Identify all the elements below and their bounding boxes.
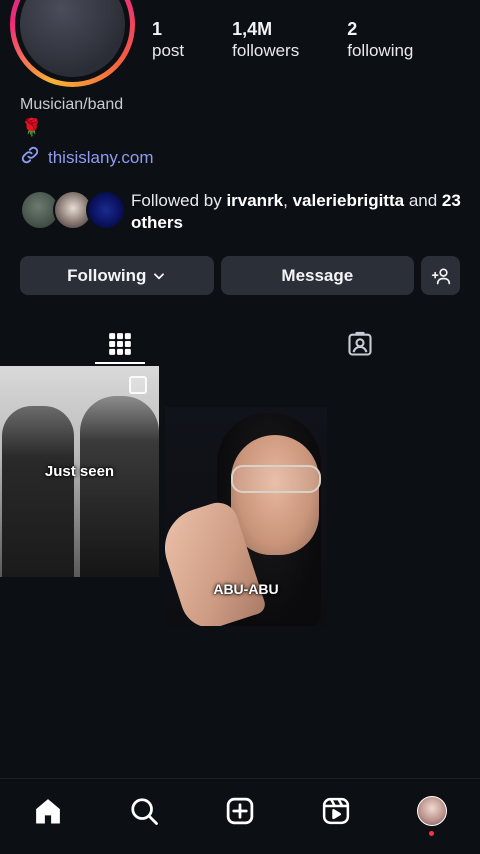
mutual-user-2: valeriebrigitta	[292, 191, 405, 210]
multi-post-icon	[129, 376, 147, 394]
link-icon	[20, 145, 40, 170]
bio-emoji: 🌹	[21, 118, 43, 137]
tab-tagged[interactable]	[336, 320, 384, 364]
stat-following-value: 2	[347, 19, 358, 39]
message-label: Message	[281, 265, 354, 285]
tagged-person-icon	[346, 323, 374, 364]
add-person-icon	[431, 266, 451, 286]
stat-posts[interactable]: 1 post	[152, 18, 184, 62]
post-image-glasses	[231, 465, 321, 493]
stat-followers[interactable]: 1,4M followers	[232, 18, 299, 62]
profile-link[interactable]: thisislany.com	[20, 145, 154, 170]
suggest-people-button[interactable]	[421, 256, 460, 295]
search-icon	[129, 796, 159, 826]
profile-avatar-ring[interactable]	[10, 0, 135, 87]
stat-followers-label: followers	[232, 41, 300, 60]
chevron-down-icon	[152, 269, 166, 283]
profile-avatar	[417, 796, 447, 826]
profile-category: Musician/band	[20, 96, 124, 113]
link-text: thisislany.com	[48, 147, 154, 167]
stat-posts-label: post	[152, 41, 185, 60]
nav-create[interactable]	[224, 795, 256, 827]
post-image-figure	[2, 406, 74, 577]
bottom-navigation	[0, 778, 480, 854]
following-label: Following	[67, 265, 147, 285]
stat-following-label: following	[347, 41, 414, 60]
followed-by-prefix: Followed by	[131, 191, 227, 210]
followed-by-mid: and	[404, 191, 442, 210]
tab-posts-grid[interactable]	[95, 320, 145, 364]
mutual-avatar	[86, 190, 126, 230]
message-button[interactable]: Message	[220, 256, 415, 295]
followed-by[interactable]: Followed by irvanrk, valeriebrigitta and…	[20, 190, 461, 234]
profile-actions: Following Message	[20, 256, 460, 295]
post-caption: ABU-ABU	[213, 581, 279, 597]
followed-by-text: Followed by irvanrk, valeriebrigitta and…	[131, 190, 461, 234]
home-icon	[33, 796, 63, 826]
post-caption: Just seen	[44, 463, 115, 480]
create-icon	[225, 796, 255, 826]
stat-posts-value: 1	[152, 19, 163, 39]
stat-followers-value: 1,4M	[232, 19, 273, 39]
profile-stats: 1 post 1,4M followers 2 following	[152, 18, 460, 62]
reels-icon	[321, 796, 351, 826]
post-thumbnail[interactable]: ABU-ABU	[165, 407, 327, 626]
notification-dot	[429, 831, 434, 836]
post-image-face	[231, 435, 319, 555]
post-thumbnail[interactable]: Just seen	[0, 366, 159, 577]
grid-icon	[107, 323, 133, 364]
nav-home[interactable]	[32, 795, 64, 827]
mutual-avatars	[20, 190, 126, 230]
nav-profile[interactable]	[416, 795, 448, 827]
nav-search[interactable]	[128, 795, 160, 827]
profile-tabs	[0, 320, 480, 364]
following-button[interactable]: Following	[20, 256, 214, 295]
stat-following[interactable]: 2 following	[347, 18, 413, 62]
post-image-figure	[80, 396, 159, 577]
nav-reels[interactable]	[320, 795, 352, 827]
profile-avatar-frame	[15, 0, 130, 82]
profile-avatar	[20, 0, 125, 77]
followed-by-sep: ,	[283, 191, 293, 210]
mutual-user-1: irvanrk	[226, 191, 284, 210]
